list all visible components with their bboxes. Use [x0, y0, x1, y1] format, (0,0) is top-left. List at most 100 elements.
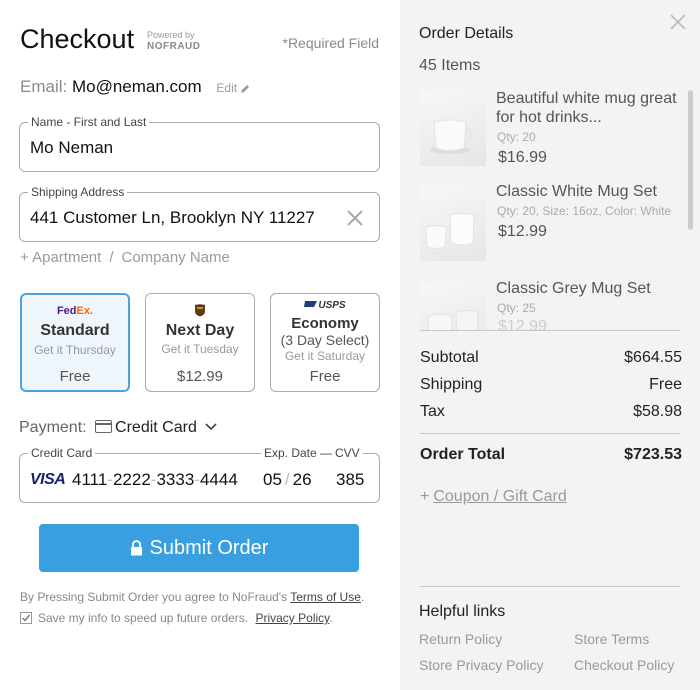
- close-icon[interactable]: [670, 14, 686, 30]
- email-row: Email: Mo@neman.com Edit: [20, 77, 250, 97]
- email-value: Mo@neman.com: [71, 77, 202, 96]
- list-item: Classic White Mug Set Qty: 20, Size: 16o…: [420, 183, 682, 263]
- credit-card-label: Credit Card: [28, 446, 96, 460]
- divider: [420, 433, 680, 434]
- name-field[interactable]: Name - First and Last Mo Neman: [19, 115, 380, 172]
- exp-year: 26: [292, 470, 312, 489]
- payment-label: Payment:: [19, 419, 87, 436]
- card-number-group: 4444: [199, 470, 238, 489]
- tax-value: $58.98: [633, 403, 682, 420]
- tax-row: Tax $58.98: [420, 403, 682, 421]
- card-number-group: 2222: [112, 470, 151, 489]
- chevron-down-icon: [205, 423, 217, 431]
- shipping-option-next-day[interactable]: Next Day Get it Tuesday $12.99: [145, 293, 255, 392]
- card-number-group: 3333: [156, 470, 195, 489]
- product-thumbnail: [420, 185, 486, 261]
- shipping-option-eta: Get it Thursday: [34, 343, 116, 357]
- shipping-option-name: Standard: [40, 322, 110, 339]
- terms-text: By Pressing Submit Order you agree to No…: [20, 590, 288, 604]
- terms-end: .: [360, 590, 365, 604]
- shipping-option-eta: Get it Saturday: [284, 349, 366, 363]
- required-field-note: *Required Field: [282, 35, 380, 51]
- return-policy-link[interactable]: Return Policy: [419, 631, 502, 647]
- order-items-list[interactable]: Beautiful white mug great for hot drinks…: [420, 90, 682, 330]
- item-name: Classic Grey Mug Set: [496, 280, 651, 297]
- order-details-panel: Order Details 45 Items Beautiful white m…: [400, 0, 700, 690]
- cvv-input[interactable]: 385: [336, 470, 364, 490]
- order-total-label: Order Total: [420, 446, 506, 463]
- save-info-row: Save my info to speed up future orders. …: [20, 611, 333, 625]
- shipping-address-label: Shipping Address: [28, 185, 128, 199]
- shipping-option-subname: (3 Day Select): [280, 332, 370, 348]
- nofraud-logo: NOFRAUD: [147, 41, 201, 52]
- clear-address-icon[interactable]: [345, 208, 365, 228]
- shipping-option-name: Next Day: [165, 322, 235, 339]
- plus-icon: +: [420, 488, 430, 505]
- item-name: Classic White Mug Set: [496, 183, 657, 200]
- edit-email-link[interactable]: Edit: [216, 81, 250, 95]
- item-price: $16.99: [498, 149, 547, 166]
- cvv-label: CVV: [332, 446, 363, 460]
- subtotal-row: Subtotal $664.55: [420, 349, 682, 367]
- checkout-form-panel: Checkout Powered by NOFRAUD *Required Fi…: [0, 0, 400, 690]
- list-item: Classic Grey Mug Set Qty: 25 $12.99: [420, 280, 682, 330]
- powered-by-badge: Powered by NOFRAUD: [147, 30, 201, 52]
- page-title: Checkout: [20, 24, 135, 54]
- save-info-checkbox[interactable]: [20, 612, 32, 624]
- product-thumbnail: [420, 90, 486, 166]
- shipping-option-price: $12.99: [177, 368, 223, 385]
- checkout-policy-link[interactable]: Checkout Policy: [574, 657, 674, 673]
- card-number-input[interactable]: 4111-2222-3333-4444: [72, 470, 238, 490]
- tax-label: Tax: [420, 403, 445, 420]
- item-count: 45 Items: [419, 57, 481, 74]
- edit-label: Edit: [216, 81, 238, 95]
- name-input-value[interactable]: Mo Neman: [30, 138, 113, 158]
- ups-logo: [146, 304, 254, 318]
- store-privacy-policy-link[interactable]: Store Privacy Policy: [419, 657, 543, 673]
- product-thumbnail: [420, 282, 486, 330]
- item-qty: Qty: 20, Size: 16oz, Color: White: [497, 204, 672, 218]
- credit-card-field[interactable]: Credit Card Exp. Date — CVV VISA 4111-22…: [19, 446, 380, 503]
- item-name: Beautiful white mug great for hot drinks…: [496, 90, 677, 126]
- subtotal-value: $664.55: [624, 349, 682, 366]
- fedex-logo-fed: Fed: [56, 305, 77, 317]
- list-item: Beautiful white mug great for hot drinks…: [420, 90, 682, 168]
- visa-logo: VISA: [30, 471, 66, 488]
- credit-card-icon: [95, 420, 113, 433]
- items-scrollbar[interactable]: [688, 90, 693, 230]
- powered-by-text: Powered by: [147, 30, 195, 40]
- shipping-option-price: Free: [59, 368, 91, 385]
- exp-date-input[interactable]: 05/26: [263, 470, 312, 490]
- shipping-address-field[interactable]: Shipping Address 441 Customer Ln, Brookl…: [19, 185, 380, 242]
- submit-order-label: Submit Order: [149, 536, 269, 559]
- payment-method-value: Credit Card: [115, 419, 197, 436]
- pencil-icon: [241, 84, 250, 93]
- shipping-value: Free: [649, 376, 682, 393]
- shipping-address-value[interactable]: 441 Customer Ln, Brooklyn NY 11227: [30, 208, 315, 228]
- terms-of-use-link[interactable]: Terms of Use: [290, 590, 361, 604]
- save-info-text: Save my info to speed up future orders.: [38, 611, 249, 625]
- add-company-link[interactable]: Company Name: [121, 249, 229, 266]
- coupon-gift-card-link[interactable]: + Coupon / Gift Card: [420, 488, 567, 506]
- fedex-logo: FedEx.: [22, 305, 128, 319]
- payment-method-selector[interactable]: Payment: Credit Card: [19, 419, 217, 437]
- item-qty: Qty: 20: [497, 130, 536, 144]
- name-field-label: Name - First and Last: [28, 115, 150, 129]
- shipping-option-name: Economy: [291, 315, 359, 332]
- coupon-label: Coupon / Gift Card: [433, 488, 567, 505]
- item-price: $12.99: [498, 223, 547, 240]
- email-label: Email:: [20, 77, 68, 96]
- item-qty: Qty: 25: [497, 301, 536, 315]
- add-apartment-link[interactable]: + Apartment: [20, 249, 101, 266]
- save-info-end: .: [329, 611, 333, 625]
- shipping-option-standard[interactable]: FedEx. Standard Get it Thursday Free: [20, 293, 130, 392]
- divider: [420, 586, 680, 587]
- submit-order-button[interactable]: Submit Order: [39, 524, 359, 572]
- usps-logo-text: USPS: [318, 300, 346, 311]
- fedex-logo-ex: Ex.: [76, 305, 94, 317]
- shipping-option-eta: Get it Tuesday: [161, 342, 239, 356]
- shipping-option-economy[interactable]: USPS Economy (3 Day Select) Get it Satur…: [270, 293, 380, 392]
- privacy-policy-link[interactable]: Privacy Policy: [255, 611, 329, 625]
- store-terms-link[interactable]: Store Terms: [574, 631, 649, 647]
- shipping-label: Shipping: [420, 376, 483, 393]
